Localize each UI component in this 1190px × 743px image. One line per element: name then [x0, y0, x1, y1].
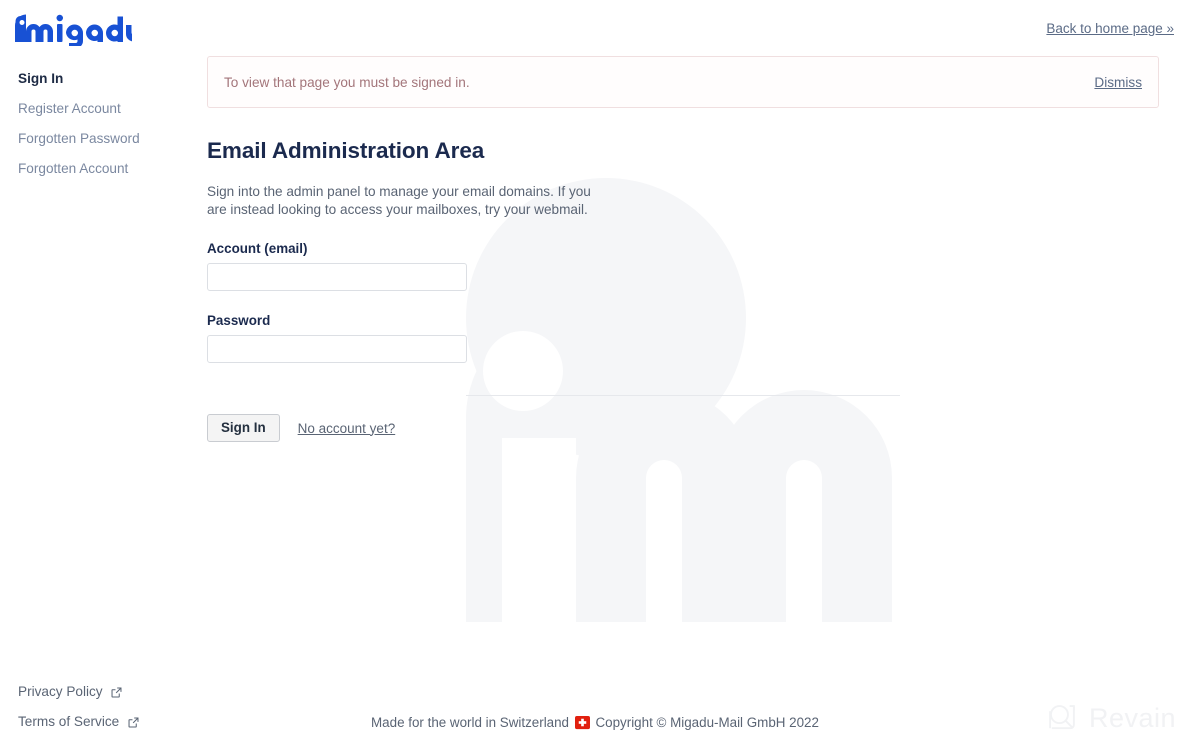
password-field-group: Password [207, 313, 1159, 363]
sidebar-item-register-account[interactable]: Register Account [0, 94, 190, 124]
form-actions: Sign In No account yet? [207, 414, 1159, 442]
sidebar-item-forgotten-password[interactable]: Forgotten Password [0, 124, 190, 154]
account-email-input[interactable] [207, 263, 467, 291]
account-field-label: Account (email) [207, 241, 308, 256]
privacy-policy-label: Privacy Policy [18, 684, 103, 699]
privacy-policy-link[interactable]: Privacy Policy [18, 677, 139, 707]
migadu-logo[interactable] [12, 10, 132, 46]
sign-in-form: Account (email) Password Sign In No acco… [207, 241, 1159, 442]
swiss-flag-icon [574, 715, 594, 731]
alert-dismiss-link[interactable]: Dismiss [1094, 75, 1142, 90]
sidebar-item-forgotten-account[interactable]: Forgotten Account [0, 154, 190, 184]
sidebar-item-sign-in[interactable]: Sign In [0, 64, 190, 94]
back-to-home-link[interactable]: Back to home page » [1046, 21, 1174, 36]
password-input[interactable] [207, 335, 467, 363]
footer-copyright-text: Copyright © Migadu-Mail GmbH 2022 [595, 715, 819, 730]
page-description: Sign into the admin panel to manage your… [207, 184, 591, 217]
footer: Made for the world in Switzerland Copyri… [0, 715, 1190, 731]
sign-in-button[interactable]: Sign In [207, 414, 280, 442]
account-field-group: Account (email) [207, 241, 1159, 291]
page-title: Email Administration Area [207, 138, 485, 163]
alert-message: To view that page you must be signed in. [224, 74, 470, 90]
alert-banner: To view that page you must be signed in.… [207, 56, 1159, 108]
no-account-link[interactable]: No account yet? [298, 421, 396, 436]
sidebar-nav: Sign In Register Account Forgotten Passw… [0, 64, 190, 184]
external-link-icon [111, 679, 122, 709]
password-field-label: Password [207, 313, 271, 328]
form-divider [466, 395, 900, 396]
footer-made-in-text: Made for the world in Switzerland [371, 715, 570, 730]
main-content: To view that page you must be signed in.… [207, 56, 1159, 442]
